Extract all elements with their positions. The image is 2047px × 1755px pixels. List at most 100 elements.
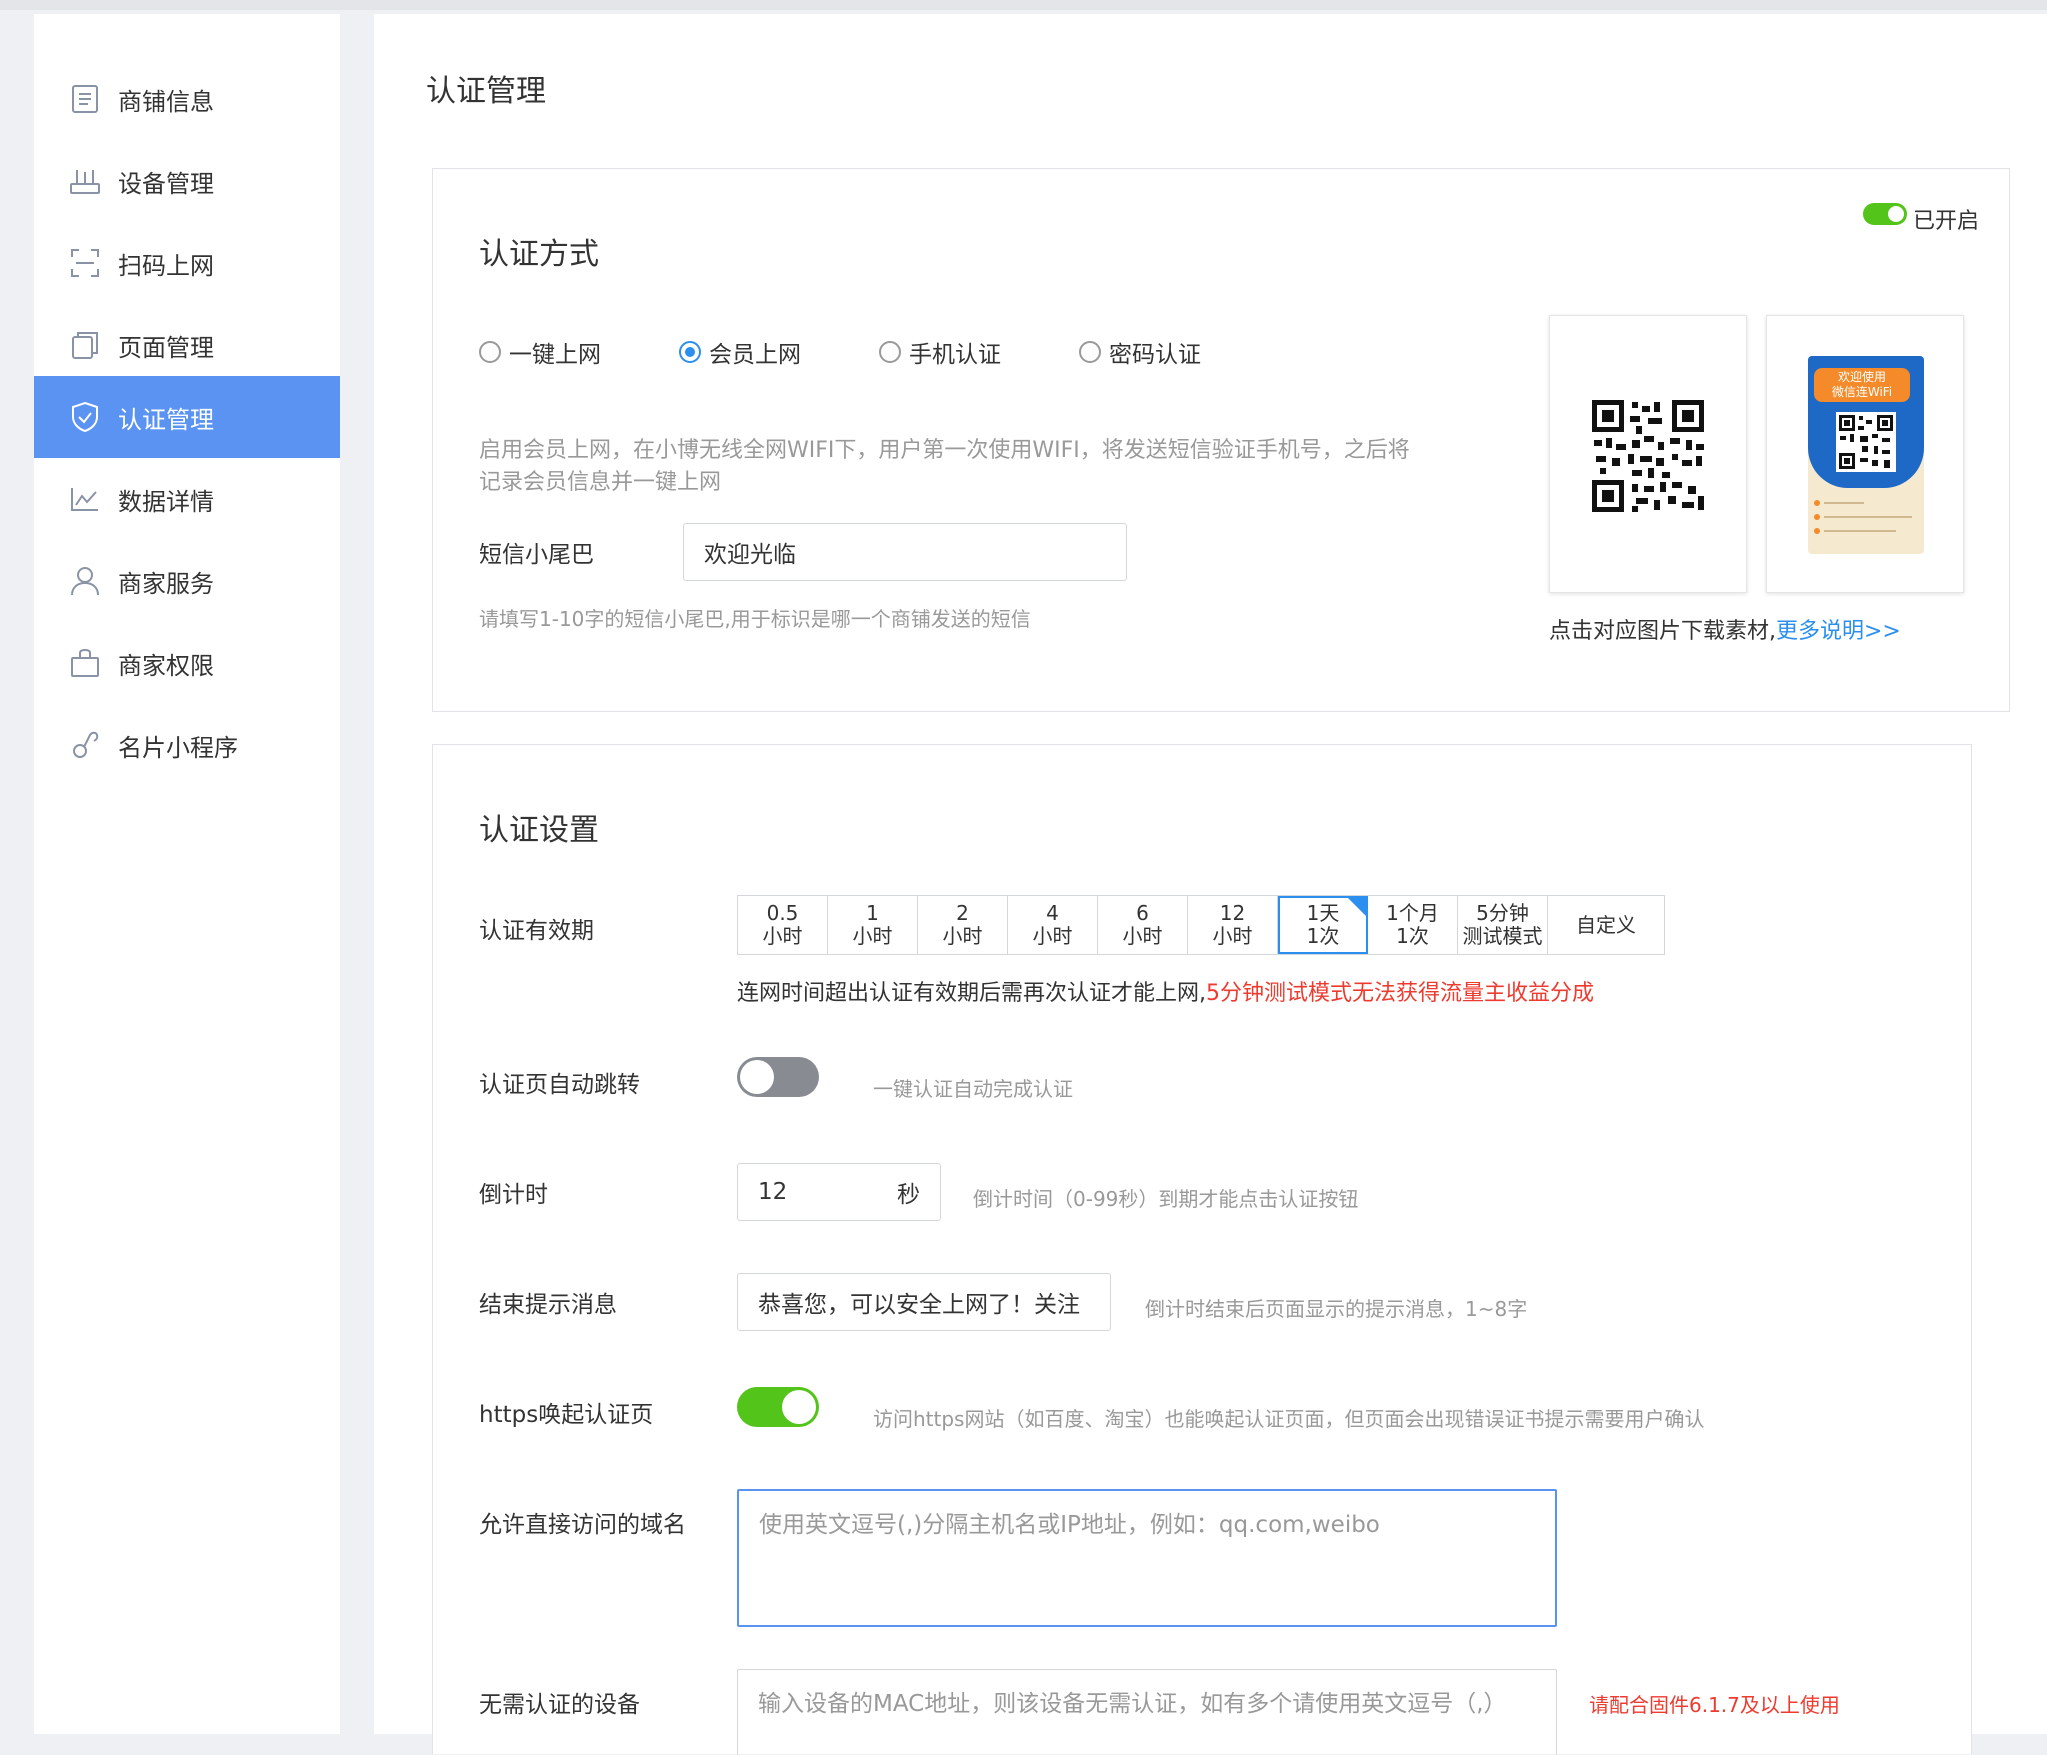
- sidebar-item-label: 数据详情: [118, 487, 214, 516]
- poster-qr-icon: [1836, 412, 1896, 472]
- validity-note-text: 连网时间超出认证有效期后需再次认证才能上网,: [737, 981, 1206, 1006]
- validity-label: 认证有效期: [479, 918, 594, 944]
- radio-password[interactable]: 密码认证: [1079, 335, 1201, 369]
- option-line: 1: [866, 901, 879, 925]
- no-auth-textarea[interactable]: 输入设备的MAC地址，则该设备无需认证，如有多个请使用英文逗号（,）: [737, 1669, 1557, 1755]
- sidebar-item-label: 商铺信息: [118, 87, 214, 116]
- https-toggle[interactable]: [737, 1387, 819, 1427]
- option-line: 4: [1046, 901, 1059, 925]
- poster-bullet: [1814, 528, 1820, 534]
- radio-phone[interactable]: 手机认证: [879, 335, 1001, 369]
- sms-tail-input[interactable]: 欢迎光临: [683, 523, 1127, 581]
- radio-member[interactable]: 会员上网: [679, 335, 801, 369]
- poster-bullet: [1814, 500, 1820, 506]
- radio-label: 会员上网: [709, 342, 801, 368]
- auth-method-title: 认证方式: [479, 237, 599, 272]
- sms-tail-hint: 请填写1-10字的短信小尾巴,用于标识是哪一个商铺发送的短信: [479, 607, 1031, 631]
- countdown-label: 倒计时: [479, 1182, 548, 1208]
- poster-text-line: [1824, 530, 1896, 532]
- option-line: 2: [956, 901, 969, 925]
- poster-title-line: 欢迎使用: [1837, 370, 1886, 384]
- sidebar-item-shop-info[interactable]: 商铺信息: [34, 58, 340, 140]
- link-icon: [68, 728, 102, 762]
- sidebar-item-data-details[interactable]: 数据详情: [34, 458, 340, 540]
- option-line: 小时: [942, 924, 983, 948]
- option-line: 小时: [1212, 924, 1253, 948]
- sidebar-item-card-miniprogram[interactable]: 名片小程序: [34, 704, 340, 786]
- qr-code-download[interactable]: [1549, 315, 1747, 593]
- radio-one-click[interactable]: 一键上网: [479, 335, 601, 369]
- radio-label: 密码认证: [1109, 342, 1201, 368]
- option-line: 小时: [852, 924, 893, 948]
- option-line: 小时: [1032, 924, 1073, 948]
- wifi-poster-download[interactable]: 欢迎使用 微信连WiFi: [1766, 315, 1964, 593]
- end-msg-input[interactable]: 恭喜您，可以安全上网了！关注: [737, 1273, 1111, 1331]
- auth-settings-card: 认证设置 认证有效期 0.5 小时 1 小时 2 小时 4 小时 6 小时 12 小时 1天…: [432, 744, 1972, 1755]
- pages-icon: [68, 328, 102, 362]
- radio-dot: [679, 341, 701, 363]
- validity-option-custom[interactable]: 自定义: [1548, 896, 1664, 954]
- validity-option-1day[interactable]: 1天 1次: [1278, 896, 1368, 954]
- radio-dot: [479, 341, 501, 363]
- more-info-link[interactable]: 更多说明>>: [1776, 619, 1901, 644]
- download-note: 点击对应图片下载素材,更多说明>>: [1549, 613, 1901, 645]
- option-line: 12: [1219, 901, 1246, 925]
- bag-icon: [68, 646, 102, 680]
- validity-option-0.5h[interactable]: 0.5 小时: [738, 896, 828, 954]
- shield-check-icon: [68, 400, 102, 434]
- auto-jump-toggle[interactable]: [737, 1057, 819, 1097]
- sidebar-item-label: 页面管理: [118, 333, 214, 362]
- countdown-hint: 倒计时间（0-99秒）到期才能点击认证按钮: [973, 1187, 1359, 1211]
- validity-option-1month[interactable]: 1个月 1次: [1368, 896, 1458, 954]
- domains-textarea[interactable]: 使用英文逗号(,)分隔主机名或IP地址，例如：qq.com,weibo: [737, 1489, 1557, 1627]
- option-line: 测试模式: [1462, 924, 1543, 948]
- scan-icon: [68, 246, 102, 280]
- option-line: 1个月: [1386, 901, 1439, 925]
- https-hint: 访问https网站（如百度、淘宝）也能唤起认证页面，但页面会出现错误证书提示需要…: [873, 1407, 1705, 1431]
- auto-jump-hint: 一键认证自动完成认证: [873, 1077, 1073, 1101]
- sidebar: 商铺信息 设备管理 扫码上网 页面管理 认证管理 数据详情 商家服务 商家权限 …: [34, 14, 340, 1734]
- sidebar-item-label: 认证管理: [118, 405, 214, 434]
- countdown-unit: 秒: [897, 1182, 920, 1208]
- download-text: 点击对应图片下载素材,: [1549, 619, 1776, 644]
- sidebar-item-label: 商家权限: [118, 651, 214, 680]
- auth-enabled-label: 已开启: [1913, 209, 1980, 234]
- auto-jump-label: 认证页自动跳转: [479, 1072, 640, 1098]
- sidebar-item-auth-management[interactable]: 认证管理: [34, 376, 340, 458]
- sms-tail-label: 短信小尾巴: [479, 542, 594, 568]
- sidebar-item-scan-online[interactable]: 扫码上网: [34, 222, 340, 304]
- validity-option-4h[interactable]: 4 小时: [1008, 896, 1098, 954]
- no-auth-hint: 请配合固件6.1.7及以上使用: [1589, 1693, 1840, 1717]
- validity-option-12h[interactable]: 12 小时: [1188, 896, 1278, 954]
- poster-text-line: [1824, 502, 1864, 504]
- chart-line-icon: [68, 482, 102, 516]
- sidebar-item-merchant-permission[interactable]: 商家权限: [34, 622, 340, 704]
- sidebar-item-merchant-service[interactable]: 商家服务: [34, 540, 340, 622]
- sidebar-item-page-management[interactable]: 页面管理: [34, 304, 340, 386]
- option-line: 1天: [1306, 901, 1340, 925]
- option-line: 小时: [1122, 924, 1163, 948]
- sidebar-item-label: 设备管理: [118, 169, 214, 198]
- validity-option-1h[interactable]: 1 小时: [828, 896, 918, 954]
- user-icon: [68, 564, 102, 598]
- description-line: 启用会员上网，在小博无线全网WIFI下，用户第一次使用WIFI，将发送短信验证手…: [479, 438, 1410, 463]
- radio-label: 手机认证: [909, 342, 1001, 368]
- validity-note: 连网时间超出认证有效期后需再次认证才能上网,5分钟测试模式无法获得流量主收益分成: [737, 975, 1594, 1007]
- countdown-input[interactable]: 12 秒: [737, 1163, 941, 1221]
- auth-enabled-toggle[interactable]: [1863, 203, 1907, 225]
- toggle-knob: [782, 1390, 816, 1424]
- validity-option-2h[interactable]: 2 小时: [918, 896, 1008, 954]
- toggle-knob: [1888, 206, 1904, 222]
- validity-warning: 5分钟测试模式无法获得流量主收益分成: [1206, 981, 1594, 1006]
- validity-option-6h[interactable]: 6 小时: [1098, 896, 1188, 954]
- validity-option-5min-test[interactable]: 5分钟 测试模式: [1458, 896, 1548, 954]
- option-line: 5分钟: [1476, 901, 1529, 925]
- description-line: 记录会员信息并一键上网: [479, 470, 722, 495]
- option-line: 6: [1136, 901, 1149, 925]
- end-msg-hint: 倒计时结束后页面显示的提示消息，1~8字: [1145, 1297, 1528, 1321]
- auth-settings-title: 认证设置: [479, 813, 599, 848]
- sidebar-item-device-management[interactable]: 设备管理: [34, 140, 340, 222]
- router-icon: [68, 164, 102, 198]
- end-msg-label: 结束提示消息: [479, 1292, 617, 1318]
- validity-selector: 0.5 小时 1 小时 2 小时 4 小时 6 小时 12 小时 1天 1次 1个月 1次 5分…: [737, 895, 1665, 955]
